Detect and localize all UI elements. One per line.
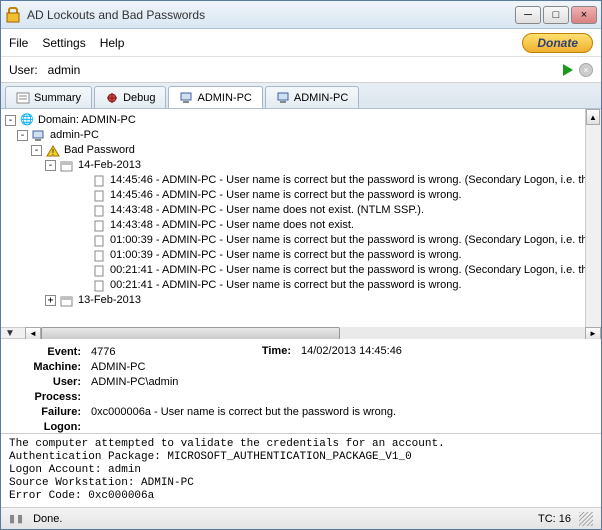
summary-icon [16,91,30,105]
tree-event[interactable]: 00:21:41 - ADMIN-PC - User name is corre… [3,263,599,278]
raw-line: Logon Account: admin [9,464,593,477]
tree-event[interactable]: 14:43:48 - ADMIN-PC - User name does not… [3,218,599,233]
tab-debug[interactable]: Debug [94,86,166,108]
minimize-button[interactable]: ─ [515,6,541,24]
tree-pane[interactable]: -🌐Domain: ADMIN-PC -admin-PC -!Bad Passw… [1,109,601,327]
tree-date[interactable]: -14-Feb-2013 [3,158,599,173]
process-value [91,390,591,405]
titlebar: AD Lockouts and Bad Passwords ─ □ × [1,1,601,29]
doc-icon [91,204,107,218]
doc-icon [91,249,107,263]
maximize-button[interactable]: □ [543,6,569,24]
tab-adminpc-2[interactable]: ADMIN-PC [265,86,359,108]
calendar-icon [59,159,75,173]
user-label: User: [11,375,81,390]
computer-icon [179,91,193,105]
tab-label: Debug [123,92,155,104]
tree-event[interactable]: 01:00:39 - ADMIN-PC - User name is corre… [3,248,599,263]
raw-line: Error Code: 0xc000006a [9,490,593,503]
doc-icon [91,234,107,248]
menu-help[interactable]: Help [100,36,125,50]
app-icon [5,7,21,23]
globe-icon: 🌐 [19,114,35,128]
close-button[interactable]: × [571,6,597,24]
tab-label: ADMIN-PC [197,92,251,104]
failure-label: Failure: [11,405,81,420]
doc-icon [91,174,107,188]
tc-text: TC: 16 [538,513,571,525]
calendar-icon [59,294,75,308]
tree-event[interactable]: 14:45:46 - ADMIN-PC - User name is corre… [3,188,599,203]
tree-computer[interactable]: -admin-PC [3,128,599,143]
tree-event[interactable]: 14:43:48 - ADMIN-PC - User name does not… [3,203,599,218]
tab-summary[interactable]: Summary [5,86,92,108]
user-label: User: [9,63,38,77]
svg-text:!: ! [52,148,54,157]
failure-value: 0xc000006a - User name is correct but th… [91,405,591,420]
tree-domain[interactable]: -🌐Domain: ADMIN-PC [3,113,599,128]
time-label: Time: [251,345,291,357]
event-label: Event: [11,345,81,360]
process-label: Process: [11,390,81,405]
raw-line: Authentication Package: MICROSOFT_AUTHEN… [9,451,593,464]
tab-adminpc-1[interactable]: ADMIN-PC [168,86,262,108]
tab-bar: Summary Debug ADMIN-PC ADMIN-PC [1,83,601,109]
logon-label: Logon: [11,420,81,433]
user-value: ADMIN-PC\admin [91,375,591,390]
event-tree: -🌐Domain: ADMIN-PC -admin-PC -!Bad Passw… [3,113,599,308]
tree-event[interactable]: 01:00:39 - ADMIN-PC - User name is corre… [3,233,599,248]
donate-button[interactable]: Donate [522,33,593,53]
collapse-icon[interactable]: ▼ [5,328,15,339]
user-value: admin [48,63,557,77]
machine-value: ADMIN-PC [91,360,591,375]
debug-icon [105,91,119,105]
menu-file[interactable]: File [9,36,28,50]
warning-icon: ! [45,144,61,158]
window-buttons: ─ □ × [515,6,597,24]
status-text: Done. [33,513,62,525]
doc-icon [91,219,107,233]
tab-label: Summary [34,92,81,104]
logon-value [91,420,591,433]
window-title: AD Lockouts and Bad Passwords [27,8,515,22]
tree-event[interactable]: 00:21:41 - ADMIN-PC - User name is corre… [3,278,599,293]
tree-badpwd[interactable]: -!Bad Password [3,143,599,158]
tree-event[interactable]: 14:45:46 - ADMIN-PC - User name is corre… [3,173,599,188]
user-row: User: admin × [1,57,601,83]
stop-button[interactable]: × [579,63,593,77]
computer-icon [31,129,47,143]
resize-grip[interactable] [579,512,593,526]
pause-icon[interactable]: ▮▮ [9,512,25,525]
doc-icon [91,279,107,293]
raw-line: The computer attempted to validate the c… [9,438,593,451]
raw-pane: The computer attempted to validate the c… [1,433,601,507]
tree-date[interactable]: +13-Feb-2013 [3,293,599,308]
run-button[interactable] [563,64,573,76]
doc-icon [91,189,107,203]
doc-icon [91,264,107,278]
detail-pane: Event:4776 Time:14/02/2013 14:45:46 Mach… [1,339,601,433]
menu-settings[interactable]: Settings [42,36,85,50]
vertical-scrollbar[interactable]: ▲ [585,109,601,327]
raw-line: Source Workstation: ADMIN-PC [9,477,593,490]
status-bar: ▮▮ Done. TC: 16 [1,507,601,529]
computer-icon [276,91,290,105]
menubar: File Settings Help Donate [1,29,601,57]
splitter-row: ▼ ◄ ► [1,327,601,339]
app-window: AD Lockouts and Bad Passwords ─ □ × File… [0,0,602,530]
scroll-up-icon[interactable]: ▲ [586,109,600,125]
time-value: 14/02/2013 14:45:46 [301,345,402,357]
machine-label: Machine: [11,360,81,375]
tab-label: ADMIN-PC [294,92,348,104]
